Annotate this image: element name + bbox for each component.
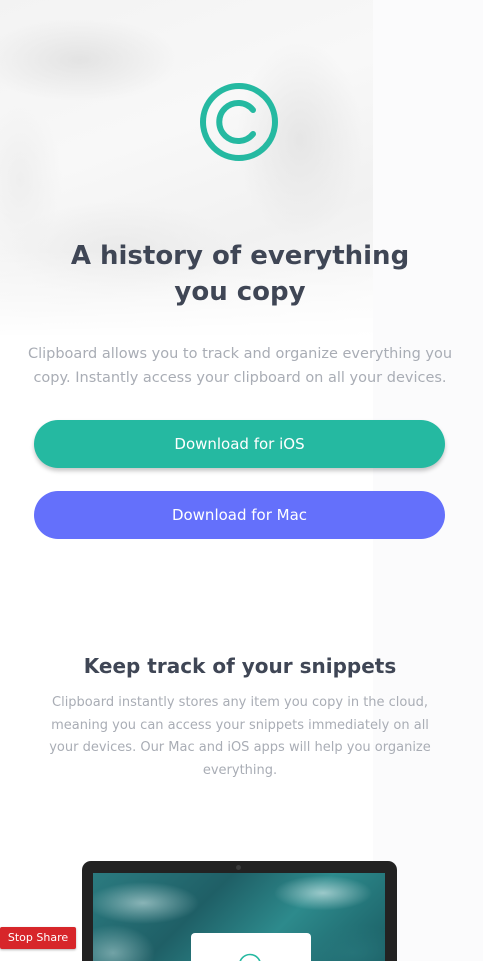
hero-title: A history of everything you copy xyxy=(70,241,410,307)
download-mac-button[interactable]: Download for Mac xyxy=(34,491,445,539)
download-ios-button[interactable]: Download for iOS xyxy=(34,420,445,468)
snippets-title: Keep track of your snippets xyxy=(83,654,397,678)
hero-description: Clipboard allows you to track and organi… xyxy=(27,346,453,386)
background-right-panel xyxy=(373,0,483,961)
laptop-screen xyxy=(93,873,385,961)
laptop-camera xyxy=(236,865,241,870)
check-circle-icon xyxy=(239,953,261,961)
laptop-screen-card xyxy=(191,933,311,961)
copyright-logo-icon xyxy=(200,83,278,161)
stop-share-button[interactable]: Stop Share xyxy=(0,927,76,949)
snippets-description: Clipboard instantly stores any item you … xyxy=(49,695,431,778)
laptop-image xyxy=(82,861,397,961)
landing-page: A history of everything you copy Clipboa… xyxy=(0,0,483,961)
